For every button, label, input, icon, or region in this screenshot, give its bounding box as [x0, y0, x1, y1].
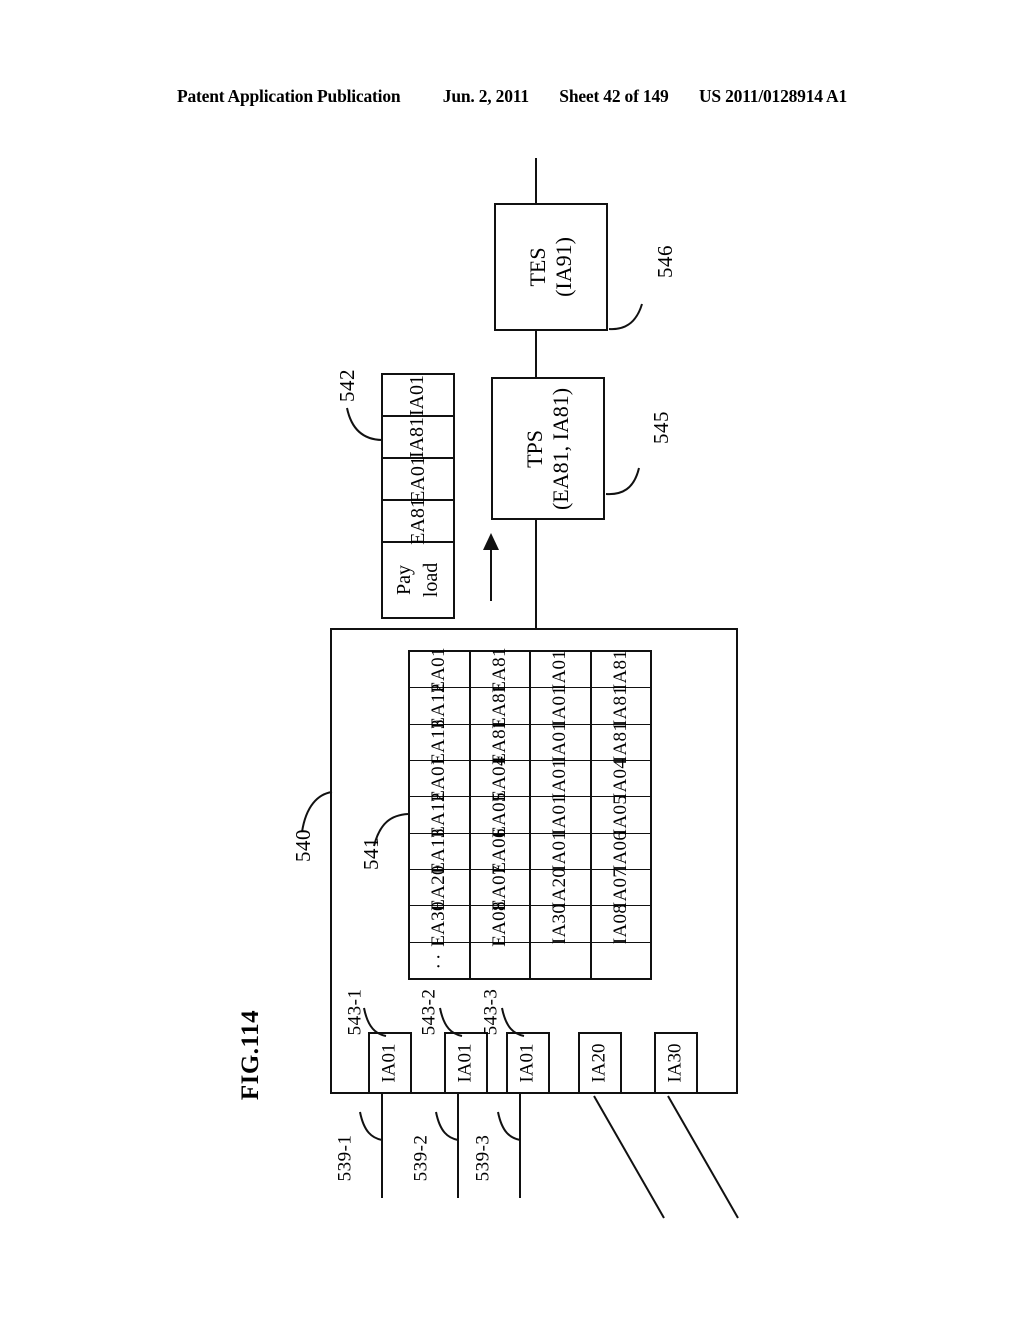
tps-subtitle: (EA81, IA81)	[548, 387, 574, 510]
table-cell: IA81	[591, 686, 650, 726]
packet-field-ea81: EA81	[383, 498, 453, 544]
tps-block: TPS (EA81, IA81)	[491, 377, 605, 520]
table-cell-empty	[471, 943, 530, 978]
table-cell: IA05	[591, 795, 650, 835]
leader-546	[608, 296, 654, 336]
connector-line-tps-main	[535, 520, 537, 629]
tps-block-text: TPS (EA81, IA81)	[522, 387, 574, 509]
table-cell: IA01	[531, 650, 590, 690]
packet-field-ia81: IA81	[383, 416, 453, 459]
packet-payload-text: Pay load	[393, 562, 442, 598]
address-mapping-table: EA01 EA12 EA13 EA01 EA12 EA13 EA20 EA30 …	[408, 647, 652, 980]
tes-block: TES (IA91)	[494, 203, 608, 331]
ref-number-539-3: 539-3	[472, 1134, 494, 1182]
table-cell: IA01	[531, 759, 590, 799]
table-cell: IA06	[591, 831, 650, 871]
figure-label-text: FIG.114	[236, 1009, 264, 1101]
tes-subtitle: (IA91)	[551, 237, 576, 297]
interface-diagonal-ia30	[666, 1094, 756, 1220]
table-cell: IA07	[591, 868, 650, 908]
page-header: Patent Application Publication Jun. 2, 2…	[0, 86, 1024, 107]
header-sheet: Sheet 42 of 149	[559, 86, 669, 106]
table-cell: IA81	[591, 722, 650, 762]
patent-drawing-page: Patent Application Publication Jun. 2, 2…	[0, 0, 1024, 1320]
tps-title: TPS	[522, 429, 548, 468]
ref-number-541: 541	[358, 836, 383, 870]
table-cell: IA01	[531, 831, 590, 871]
figure-label: FIG.114	[196, 1000, 306, 1110]
flow-direction-arrow-icon	[480, 533, 502, 601]
table-cell-ellipsis: ··	[428, 950, 450, 970]
table-cell: IA01	[531, 686, 590, 726]
tes-block-text: TES (IA91)	[525, 237, 577, 297]
table-cell: EA30	[410, 901, 469, 947]
table-cell: IA20	[531, 868, 590, 908]
connector-line-tes-tps	[535, 331, 537, 378]
interface-box-ia01-3: IA01	[506, 1032, 550, 1094]
ref-number-539-1: 539-1	[334, 1134, 356, 1182]
packet-field-payload: Pay load	[383, 543, 453, 617]
ref-number-542: 542	[334, 368, 359, 402]
interface-box-ia20: IA20	[578, 1032, 622, 1094]
table-column-1: EA01 EA12 EA13 EA01 EA12 EA13 EA20 EA30 …	[410, 647, 471, 978]
ref-number-543-2: 543-2	[418, 988, 440, 1036]
table-cell: IA04	[591, 759, 650, 799]
table-column-2: EA81 EA81 EA81 EA04 EA05 EA06 EA07 EA08	[470, 647, 531, 978]
table-cell: IA81	[591, 650, 650, 690]
ref-number-543-3: 543-3	[480, 988, 502, 1036]
ref-number-543-1: 543-1	[344, 988, 366, 1036]
connector-line-top	[535, 158, 537, 204]
table-column-3: IA01 IA01 IA01 IA01 IA01 IA01 IA20 IA30	[531, 650, 592, 978]
table-cell: IA30	[531, 904, 590, 944]
header-patent-number: US 2011/0128914 A1	[698, 86, 848, 106]
table-column-4: IA81 IA81 IA81 IA04 IA05 IA06 IA07 IA08	[591, 650, 651, 978]
table-cell-empty	[531, 943, 590, 978]
table-cell-empty	[592, 943, 651, 978]
leader-545	[605, 462, 651, 502]
header-date: Jun. 2, 2011	[442, 86, 529, 106]
table-cell: EA08	[470, 901, 529, 947]
packet-field-ea01: EA01	[383, 456, 453, 502]
packet-field-ia01: IA01	[383, 374, 453, 417]
interface-box-ia30: IA30	[654, 1032, 698, 1094]
table-cell: IA01	[531, 722, 590, 762]
ref-number-539-2: 539-2	[410, 1134, 432, 1182]
tes-title: TES	[525, 247, 551, 287]
ref-number-546: 546	[652, 244, 677, 278]
header-publication: Patent Application Publication	[176, 86, 401, 106]
table-cell: IA01	[531, 795, 590, 835]
ref-number-545: 545	[648, 410, 673, 444]
interface-box-ia01-1: IA01	[368, 1032, 412, 1094]
table-cell: IA08	[591, 904, 650, 944]
packet-structure: IA01 IA81 EA01 EA81 Pay load	[381, 373, 455, 619]
